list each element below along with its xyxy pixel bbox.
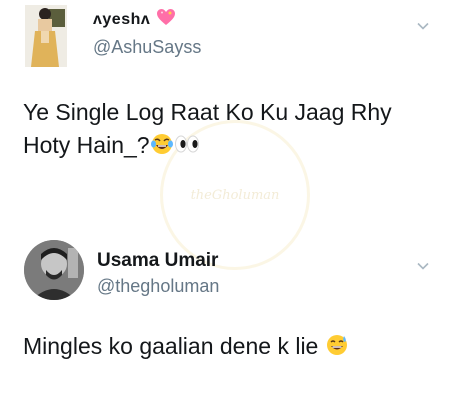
tweet-text: Mingles ko gaalian dene k lie <box>23 330 433 366</box>
display-name[interactable]: Usama Umair <box>97 250 218 272</box>
eyes-emoji-icon <box>174 132 200 165</box>
tweet-text-body: Mingles ko gaalian dene k lie <box>23 333 319 359</box>
avatar[interactable] <box>25 5 67 67</box>
display-name[interactable]: ʌyeshʌ <box>93 8 176 31</box>
laughing-tears-emoji-icon <box>150 132 174 165</box>
tweet-text: Ye Single Log Raat Ko Ku Jaag Rhy Hoty H… <box>23 96 433 165</box>
user-handle[interactable]: @AshuSayss <box>93 37 201 58</box>
display-name-text: ʌyeshʌ <box>93 10 151 28</box>
tweet-card[interactable]: Usama Umair @thegholuman Mingles ko gaal… <box>0 232 450 405</box>
chevron-down-icon[interactable] <box>416 259 430 273</box>
tweet-card[interactable]: ʌyeshʌ @AshuSayss Ye Single Log Raat Ko … <box>0 0 450 200</box>
display-name-text: Usama Umair <box>97 250 219 271</box>
tweet-text-body: Ye Single Log Raat Ko Ku Jaag Rhy Hoty H… <box>23 99 392 158</box>
user-handle[interactable]: @thegholuman <box>97 276 219 297</box>
avatar[interactable] <box>24 240 84 300</box>
grinning-sweat-emoji-icon <box>325 333 349 366</box>
chevron-down-icon[interactable] <box>416 19 430 33</box>
heart-emoji-icon <box>156 8 176 31</box>
